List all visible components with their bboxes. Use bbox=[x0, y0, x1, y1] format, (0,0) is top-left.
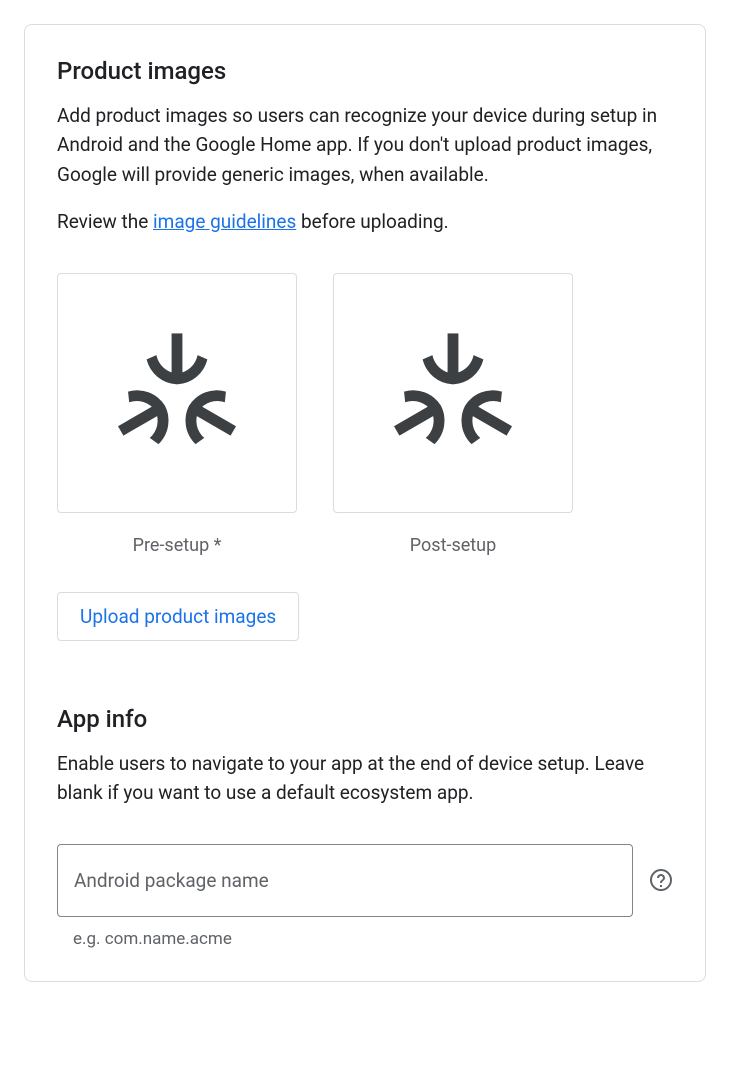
image-guidelines-link[interactable]: image guidelines bbox=[153, 210, 296, 233]
app-info-description: Enable users to navigate to your app at … bbox=[57, 749, 673, 808]
app-info-title: App info bbox=[57, 705, 673, 733]
product-image-slots: Pre-setup * Post-setup bbox=[57, 273, 673, 556]
matter-placeholder-icon bbox=[112, 333, 242, 453]
pre-setup-image-box[interactable] bbox=[57, 273, 297, 513]
upload-product-images-button[interactable]: Upload product images bbox=[57, 592, 299, 641]
post-setup-caption: Post-setup bbox=[410, 535, 496, 556]
review-prefix: Review the bbox=[57, 210, 153, 233]
matter-placeholder-icon bbox=[388, 333, 518, 453]
package-name-row bbox=[57, 844, 673, 917]
post-setup-slot: Post-setup bbox=[333, 273, 573, 556]
package-name-field bbox=[57, 844, 633, 917]
help-icon[interactable] bbox=[649, 868, 673, 892]
package-name-hint: e.g. com.name.acme bbox=[73, 929, 673, 949]
post-setup-image-box[interactable] bbox=[333, 273, 573, 513]
pre-setup-caption: Pre-setup * bbox=[133, 535, 222, 556]
review-suffix: before uploading. bbox=[296, 210, 448, 233]
product-images-review: Review the image guidelines before uploa… bbox=[57, 207, 673, 236]
pre-setup-slot: Pre-setup * bbox=[57, 273, 297, 556]
product-images-title: Product images bbox=[57, 57, 673, 85]
settings-card: Product images Add product images so use… bbox=[24, 24, 706, 982]
android-package-name-input[interactable] bbox=[57, 844, 633, 917]
product-images-description: Add product images so users can recogniz… bbox=[57, 101, 673, 189]
